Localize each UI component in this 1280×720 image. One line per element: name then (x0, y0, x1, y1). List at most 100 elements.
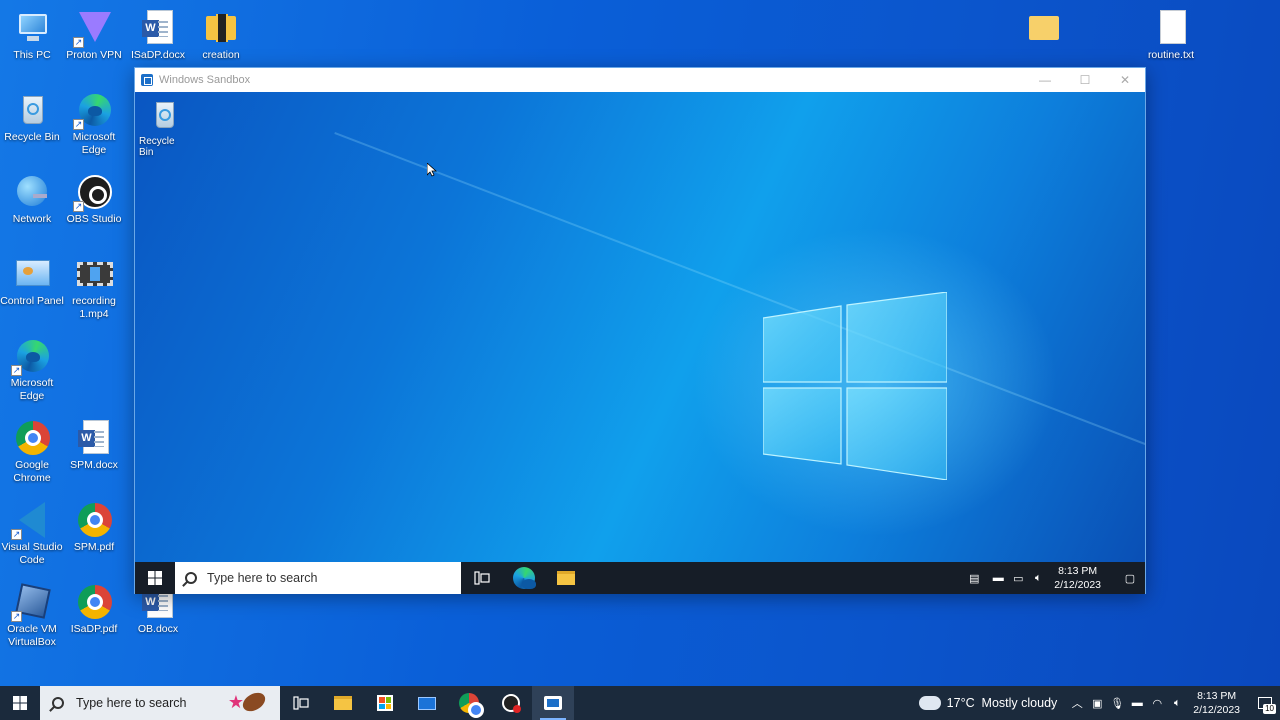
sandbox-file-explorer-button[interactable] (545, 562, 587, 594)
windows-start-icon (148, 571, 162, 585)
desktop-icon-this-pc[interactable]: This PC (0, 8, 64, 62)
edge-icon: ↗ (11, 336, 51, 376)
file-explorer-button[interactable] (322, 686, 364, 720)
show-hidden-icons-chevron-icon[interactable]: ︿ (1067, 687, 1087, 719)
desktop-icon-creation[interactable]: creation (189, 8, 253, 62)
desktop-icon-routine-txt[interactable]: routine.txt (1139, 8, 1203, 62)
host-taskbar: Type here to search ★ 17°C Mostly cloudy… (0, 686, 1280, 720)
desktop-icon-recycle-bin[interactable]: Recycle Bin (0, 90, 64, 144)
weather-widget[interactable]: 17°C Mostly cloudy (914, 690, 1057, 710)
notification-count-badge: 10 (1263, 704, 1276, 714)
battery-icon[interactable]: ▬ (1127, 687, 1147, 719)
desktop-icon-label: creation (202, 49, 240, 61)
desktop-icon-folder[interactable] (1012, 8, 1076, 49)
battery-icon[interactable]: ▬ (988, 562, 1008, 594)
task-view-button[interactable] (280, 686, 322, 720)
sandbox-desktop[interactable]: Recycle Bin (135, 92, 1145, 562)
folder-icon (334, 696, 352, 710)
desktop-icon-proton-vpn[interactable]: ↗ Proton VPN (62, 8, 126, 62)
minimize-button[interactable]: — (1025, 68, 1065, 92)
volume-icon[interactable]: 🔈︎ (1028, 562, 1048, 594)
vscode-icon: ↗ (11, 500, 51, 540)
sandbox-app-icon (141, 74, 153, 86)
word-document-icon: W (75, 418, 113, 456)
desktop-icon-label: ISaDP.pdf (70, 623, 118, 635)
desktop-icon-label: Network (12, 213, 52, 225)
desktop-icon-spm-pdf[interactable]: SPM.pdf (62, 500, 126, 554)
desktop-icon-label: Recycle Bin (4, 131, 60, 143)
desktop-icon-label: Visual Studio Code (1, 541, 63, 566)
desktop-icon-obs-studio[interactable]: ↗ OBS Studio (62, 172, 126, 226)
volume-icon[interactable]: 🔈︎ (1167, 687, 1187, 719)
windows-logo-wallpaper-icon (762, 291, 948, 481)
sandbox-recycle-bin[interactable]: Recycle Bin (139, 100, 191, 158)
desktop-icon-label: Google Chrome (13, 459, 51, 484)
zip-folder-icon (202, 8, 240, 46)
desktop-icon-recording-mp4[interactable]: recording 1.mp4 (62, 254, 126, 321)
notification-icon[interactable]: ▢ (1115, 562, 1145, 594)
video-file-icon (75, 254, 113, 292)
recycle-bin-icon (149, 100, 181, 132)
microsoft-store-button[interactable] (364, 686, 406, 720)
sandbox-edge-button[interactable] (503, 562, 545, 594)
vpn-icon: ↗ (73, 8, 113, 48)
chrome-button[interactable] (448, 686, 490, 720)
action-center-button[interactable]: 10 (1250, 686, 1280, 720)
desktop-icon-label: Oracle VM VirtualBox (7, 623, 57, 648)
desktop-icon-label: Microsoft Edge (10, 377, 54, 402)
sandbox-task-view-button[interactable] (461, 562, 503, 594)
mail-button[interactable] (406, 686, 448, 720)
taskbar-clock[interactable]: 8:13 PM 2/12/2023 (1193, 689, 1240, 717)
screen-capture-icon[interactable]: ▣ (1087, 687, 1107, 719)
desktop-icon-network[interactable]: Network (0, 172, 64, 226)
search-icon (52, 697, 64, 709)
desktop-icon-label: OBS Studio (66, 213, 122, 225)
maximize-button[interactable]: ☐ (1065, 68, 1105, 92)
desktop-icon-oracle-vm-virtualbox[interactable]: ↗ Oracle VM VirtualBox (0, 582, 64, 649)
sandbox-clock-time: 8:13 PM (1058, 565, 1098, 577)
clock-time: 8:13 PM (1197, 690, 1237, 702)
zip-folder-icon (1025, 8, 1063, 46)
task-view-icon (293, 696, 309, 710)
sandbox-icon (544, 696, 562, 710)
wallpaper-beam (334, 132, 1145, 457)
chrome-icon (75, 582, 113, 620)
desktop-icon-microsoft-edge-2[interactable]: ↗ Microsoft Edge (0, 336, 64, 403)
sandbox-titlebar[interactable]: Windows Sandbox — ☐ ✕ (135, 68, 1145, 92)
desktop-icon-label: routine.txt (1147, 49, 1195, 61)
windows-start-icon (13, 696, 27, 710)
network-icon (13, 172, 51, 210)
microphone-icon[interactable]: 🎙︎ (1107, 687, 1127, 719)
sandbox-recycle-bin-label: Recycle Bin (139, 136, 175, 158)
desktop-icon-spm-docx[interactable]: W SPM.docx (62, 418, 126, 472)
wifi-icon[interactable]: ◠ (1147, 687, 1167, 719)
search-highlight-star-icon: ★ (227, 692, 244, 712)
system-tray: 17°C Mostly cloudy ︿ ▣ 🎙︎ ▬ ◠ 🔈︎ 8:13 PM… (914, 686, 1280, 720)
chrome-icon (13, 418, 51, 456)
windows-sandbox-button[interactable] (532, 686, 574, 720)
network-icon[interactable]: ▭ (1008, 562, 1028, 594)
chrome-icon (459, 693, 484, 718)
desktop-icon-isadp-pdf[interactable]: ISaDP.pdf (62, 582, 126, 636)
sandbox-clock[interactable]: 8:13 PM 2/12/2023 (1054, 564, 1101, 592)
obs-button[interactable] (490, 686, 532, 720)
sandbox-search-box[interactable]: Type here to search (175, 562, 461, 594)
close-button[interactable]: ✕ (1105, 68, 1145, 92)
mail-icon (418, 696, 436, 710)
desktop-icon-label: This PC (13, 49, 51, 61)
word-document-icon: W (139, 8, 177, 46)
desktop-icon-visual-studio-code[interactable]: ↗ Visual Studio Code (0, 500, 64, 567)
desktop-icon-label: Microsoft Edge (72, 131, 116, 156)
start-button[interactable] (0, 686, 40, 720)
computer-icon (13, 8, 51, 46)
desktop-icon-google-chrome[interactable]: Google Chrome (0, 418, 64, 485)
news-icon[interactable]: ▤ (960, 562, 988, 594)
edge-icon (513, 567, 536, 589)
desktop-icon-label: ISaDP.docx (130, 49, 186, 61)
desktop-icon-microsoft-edge[interactable]: ↗ Microsoft Edge (62, 90, 126, 157)
sandbox-start-button[interactable] (135, 562, 175, 594)
desktop-icon-isadp-docx[interactable]: W ISaDP.docx (126, 8, 190, 62)
taskbar-search-box[interactable]: Type here to search ★ (40, 686, 280, 720)
desktop-icon-control-panel[interactable]: Control Panel (0, 254, 64, 308)
sandbox-window[interactable]: Windows Sandbox — ☐ ✕ Recycle Bin Type h… (134, 67, 1146, 594)
